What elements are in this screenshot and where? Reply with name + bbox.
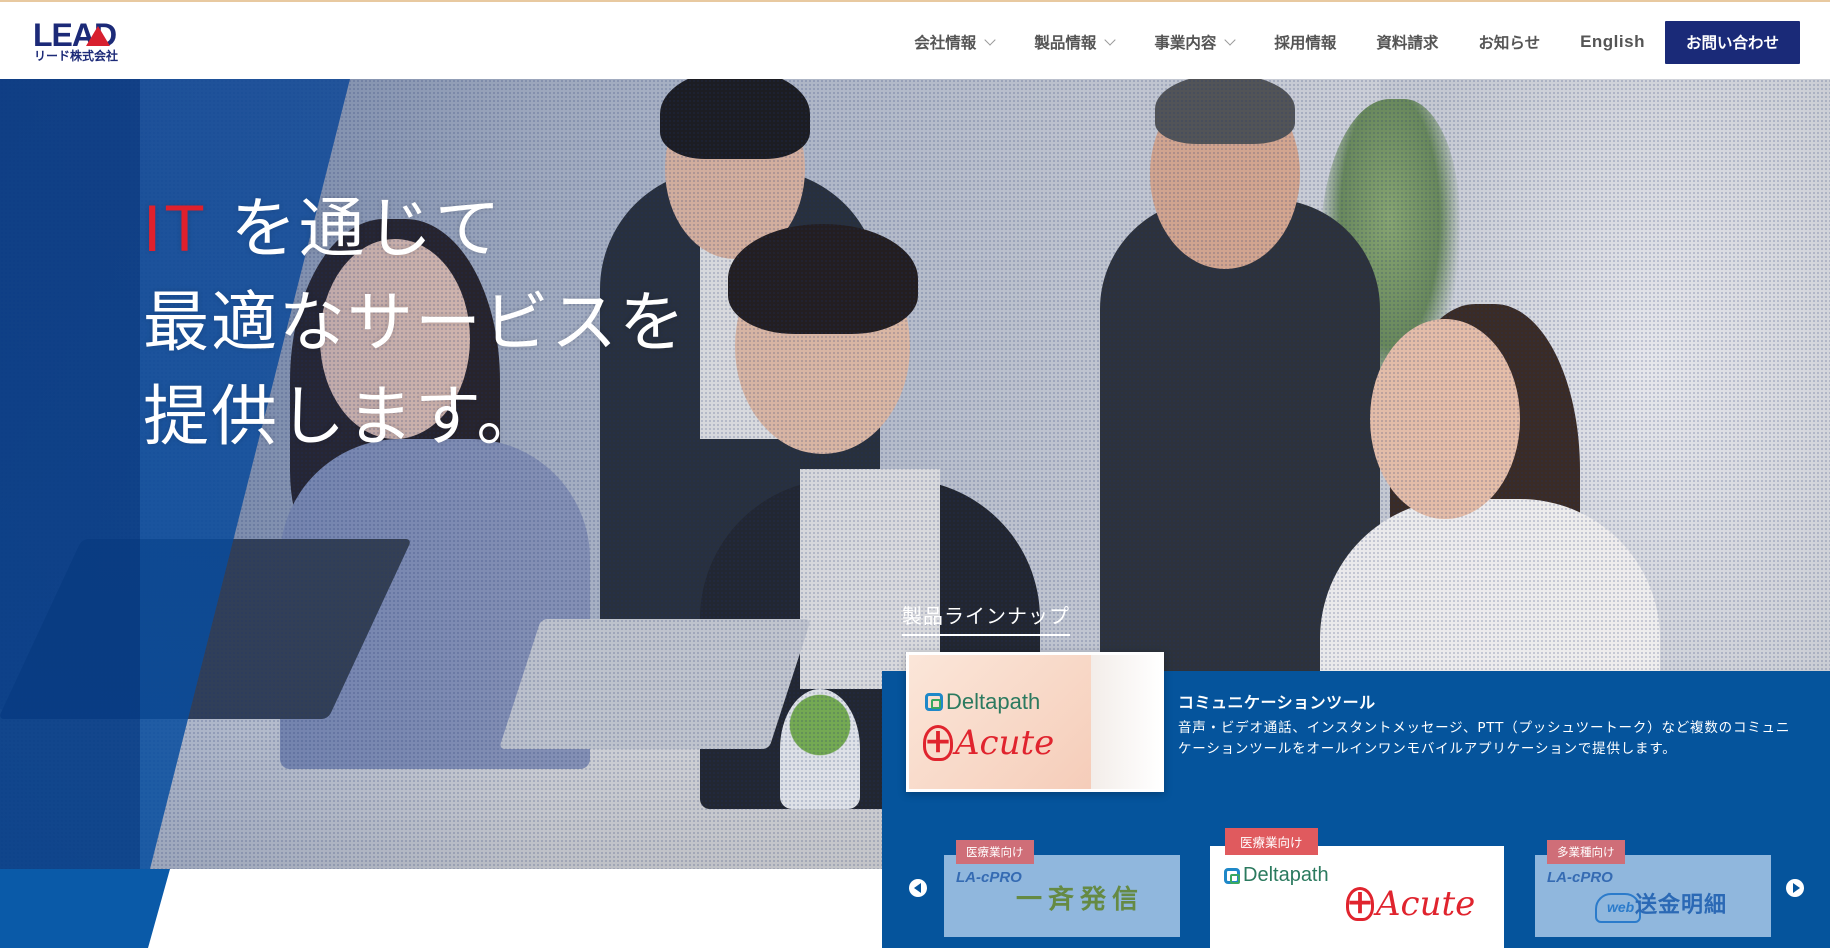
hero-headline: IT を通じて 最適なサービスを 提供します。 bbox=[143, 181, 687, 464]
card-product-name: 一斉発信 bbox=[1016, 885, 1145, 915]
hero-blue-wedge-shade bbox=[0, 79, 140, 869]
feature-product-image[interactable]: Deltapath Acute bbox=[906, 652, 1164, 792]
bottom-blue-stripe bbox=[0, 869, 170, 948]
nav-label: 製品情報 bbox=[1034, 34, 1097, 52]
nav-item-recruit[interactable]: 採用情報 bbox=[1274, 31, 1336, 53]
product-card-acute[interactable]: Deltapath Acute bbox=[1210, 846, 1504, 948]
site-header: LEAD リード株式会社 会社情報 製品情報 事業内容 採用情報 資料請求 お知… bbox=[0, 0, 1830, 79]
nav-label: お知らせ bbox=[1478, 34, 1541, 52]
deltapath-wordmark: Deltapath bbox=[946, 689, 1041, 714]
logo-triangle-icon bbox=[86, 26, 110, 46]
photo-doctor-coat bbox=[1091, 655, 1161, 789]
product-card-broadcast[interactable]: LA-cPRO 一斉発信 bbox=[944, 855, 1180, 937]
lineup-title: 製品ラインナップ bbox=[902, 600, 1070, 636]
nav-label: 採用情報 bbox=[1274, 34, 1337, 52]
web-label: web bbox=[1607, 899, 1635, 915]
acute-wordmark: Acute bbox=[955, 723, 1055, 763]
nav-label: 会社情報 bbox=[914, 34, 977, 52]
nav-item-english[interactable]: English bbox=[1580, 32, 1645, 52]
chevron-left-circle-icon bbox=[913, 883, 921, 893]
chevron-down-icon bbox=[984, 34, 996, 46]
stethoscope-icon bbox=[1346, 887, 1374, 921]
nav-item-documents[interactable]: 資料請求 bbox=[1376, 31, 1438, 53]
hero-line-3: 提供します。 bbox=[143, 378, 545, 455]
chevron-down-icon bbox=[1104, 34, 1116, 46]
card-badge: 医療業向け bbox=[956, 840, 1034, 864]
nav-label: 事業内容 bbox=[1154, 34, 1217, 52]
acute-logo: Acute bbox=[923, 723, 1054, 763]
logo-company-name: リード株式会社 bbox=[34, 49, 119, 63]
card-badge: 医療業向け bbox=[1225, 828, 1318, 855]
product-card-remittance[interactable]: LA-cPRO web 送金明細 bbox=[1535, 855, 1771, 937]
deltapath-mark-icon bbox=[925, 693, 943, 711]
nav-label: English bbox=[1580, 32, 1645, 51]
hero-accent-it: IT bbox=[143, 191, 208, 265]
chevron-right-circle-icon bbox=[1792, 883, 1800, 893]
acute-wordmark: Acute bbox=[1376, 884, 1476, 924]
lacpro-wordmark: LA-cPRO bbox=[956, 869, 1022, 886]
acute-logo: Acute bbox=[1346, 884, 1475, 924]
lead-logo[interactable]: LEAD リード株式会社 bbox=[33, 18, 143, 66]
main-nav: 会社情報 製品情報 事業内容 採用情報 資料請求 お知らせ English お問… bbox=[874, 20, 1800, 64]
slider-prev-button[interactable] bbox=[909, 879, 927, 897]
lacpro-wordmark: LA-cPRO bbox=[1547, 869, 1613, 886]
hero-line-2: 最適なサービスを bbox=[143, 284, 687, 361]
nav-item-news[interactable]: お知らせ bbox=[1478, 31, 1540, 53]
card-badge: 多業種向け bbox=[1547, 840, 1625, 864]
chevron-down-icon bbox=[1224, 34, 1237, 46]
slider-next-button[interactable] bbox=[1786, 879, 1804, 897]
feature-title: コミュニケーションツール bbox=[1178, 693, 1376, 712]
contact-button[interactable]: お問い合わせ bbox=[1664, 20, 1800, 64]
stethoscope-icon bbox=[923, 725, 953, 761]
nav-item-company[interactable]: 会社情報 bbox=[914, 31, 996, 53]
nav-label: 資料請求 bbox=[1376, 34, 1439, 52]
nav-item-products[interactable]: 製品情報 bbox=[1034, 31, 1116, 53]
deltapath-wordmark: Deltapath bbox=[1243, 864, 1329, 886]
deltapath-logo: Deltapath bbox=[1224, 864, 1329, 887]
nav-item-business[interactable]: 事業内容 bbox=[1154, 31, 1237, 53]
deltapath-logo: Deltapath bbox=[925, 689, 1040, 715]
hero-line-1-text: を通じて bbox=[207, 190, 503, 267]
hero-line-1: IT を通じて bbox=[143, 181, 687, 276]
deltapath-mark-icon bbox=[1224, 867, 1240, 884]
card-product-name: 送金明細 bbox=[1635, 893, 1728, 918]
feature-description: 音声・ビデオ通話、インスタントメッセージ、PTT（プッシュツートーク）など複数の… bbox=[1178, 720, 1791, 757]
